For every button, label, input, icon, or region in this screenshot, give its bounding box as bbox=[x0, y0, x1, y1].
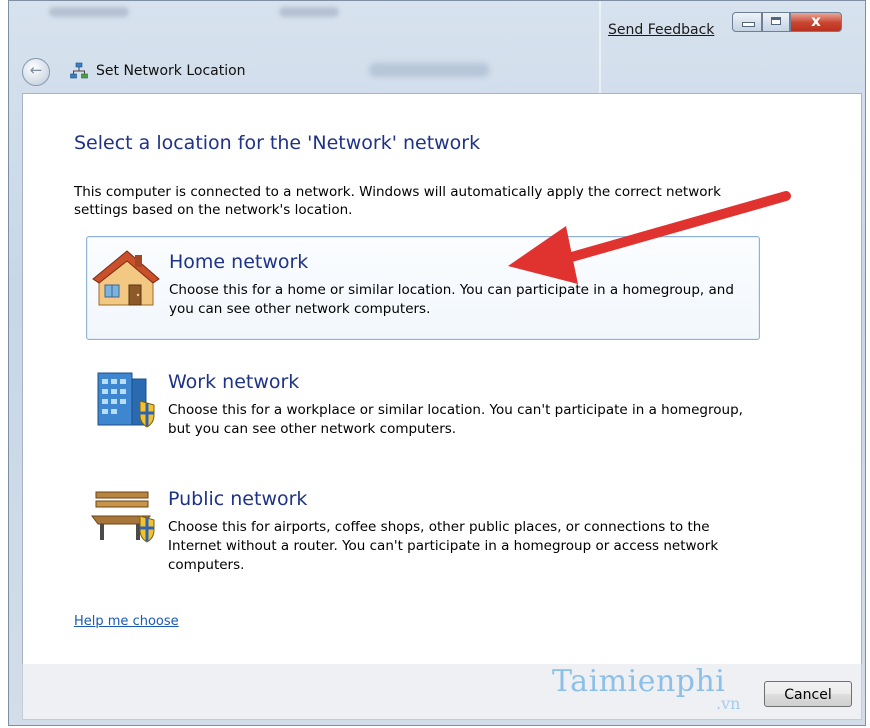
blurred-title-text bbox=[49, 7, 129, 17]
close-icon: x bbox=[811, 12, 821, 30]
close-button[interactable]: x bbox=[790, 12, 842, 32]
back-button[interactable]: ← bbox=[22, 58, 50, 86]
maximize-icon bbox=[771, 17, 781, 25]
option-title: Work network bbox=[168, 371, 300, 393]
window-title: Set Network Location bbox=[96, 63, 246, 79]
blurred-title-text bbox=[279, 7, 339, 17]
send-feedback-link[interactable]: Send Feedback bbox=[608, 22, 714, 38]
office-building-shield-icon bbox=[97, 372, 155, 428]
cancel-button[interactable]: Cancel bbox=[764, 681, 852, 707]
minimize-button[interactable] bbox=[732, 12, 762, 32]
watermark-logo: Taimienphi bbox=[552, 664, 726, 699]
park-bench-shield-icon bbox=[91, 491, 155, 543]
option-description: Choose this for a workplace or similar l… bbox=[168, 402, 743, 437]
back-arrow-icon: ← bbox=[29, 61, 43, 79]
page-heading: Select a location for the 'Network' netw… bbox=[74, 132, 481, 154]
work-network-option[interactable]: Work network Choose this for a workplace… bbox=[86, 357, 760, 461]
option-description: Choose this for airports, coffee shops, … bbox=[168, 519, 719, 573]
watermark-domain: .vn bbox=[716, 694, 741, 713]
blurred-search-box bbox=[369, 63, 489, 77]
minimize-icon bbox=[742, 22, 755, 27]
house-icon bbox=[92, 250, 160, 306]
maximize-button[interactable] bbox=[762, 12, 790, 32]
content-panel: Select a location for the 'Network' netw… bbox=[22, 93, 862, 665]
network-icon bbox=[70, 62, 88, 79]
help-me-choose-link[interactable]: Help me choose bbox=[74, 614, 179, 629]
public-network-option[interactable]: Public network Choose this for airports,… bbox=[86, 474, 760, 589]
home-network-option[interactable]: Home network Choose this for a home or s… bbox=[86, 236, 760, 340]
glass-divider bbox=[599, 1, 601, 93]
option-description: Choose this for a home or similar locati… bbox=[169, 282, 734, 317]
intro-text: This computer is connected to a network.… bbox=[74, 184, 721, 218]
option-title: Home network bbox=[169, 251, 309, 273]
option-title: Public network bbox=[168, 488, 308, 510]
